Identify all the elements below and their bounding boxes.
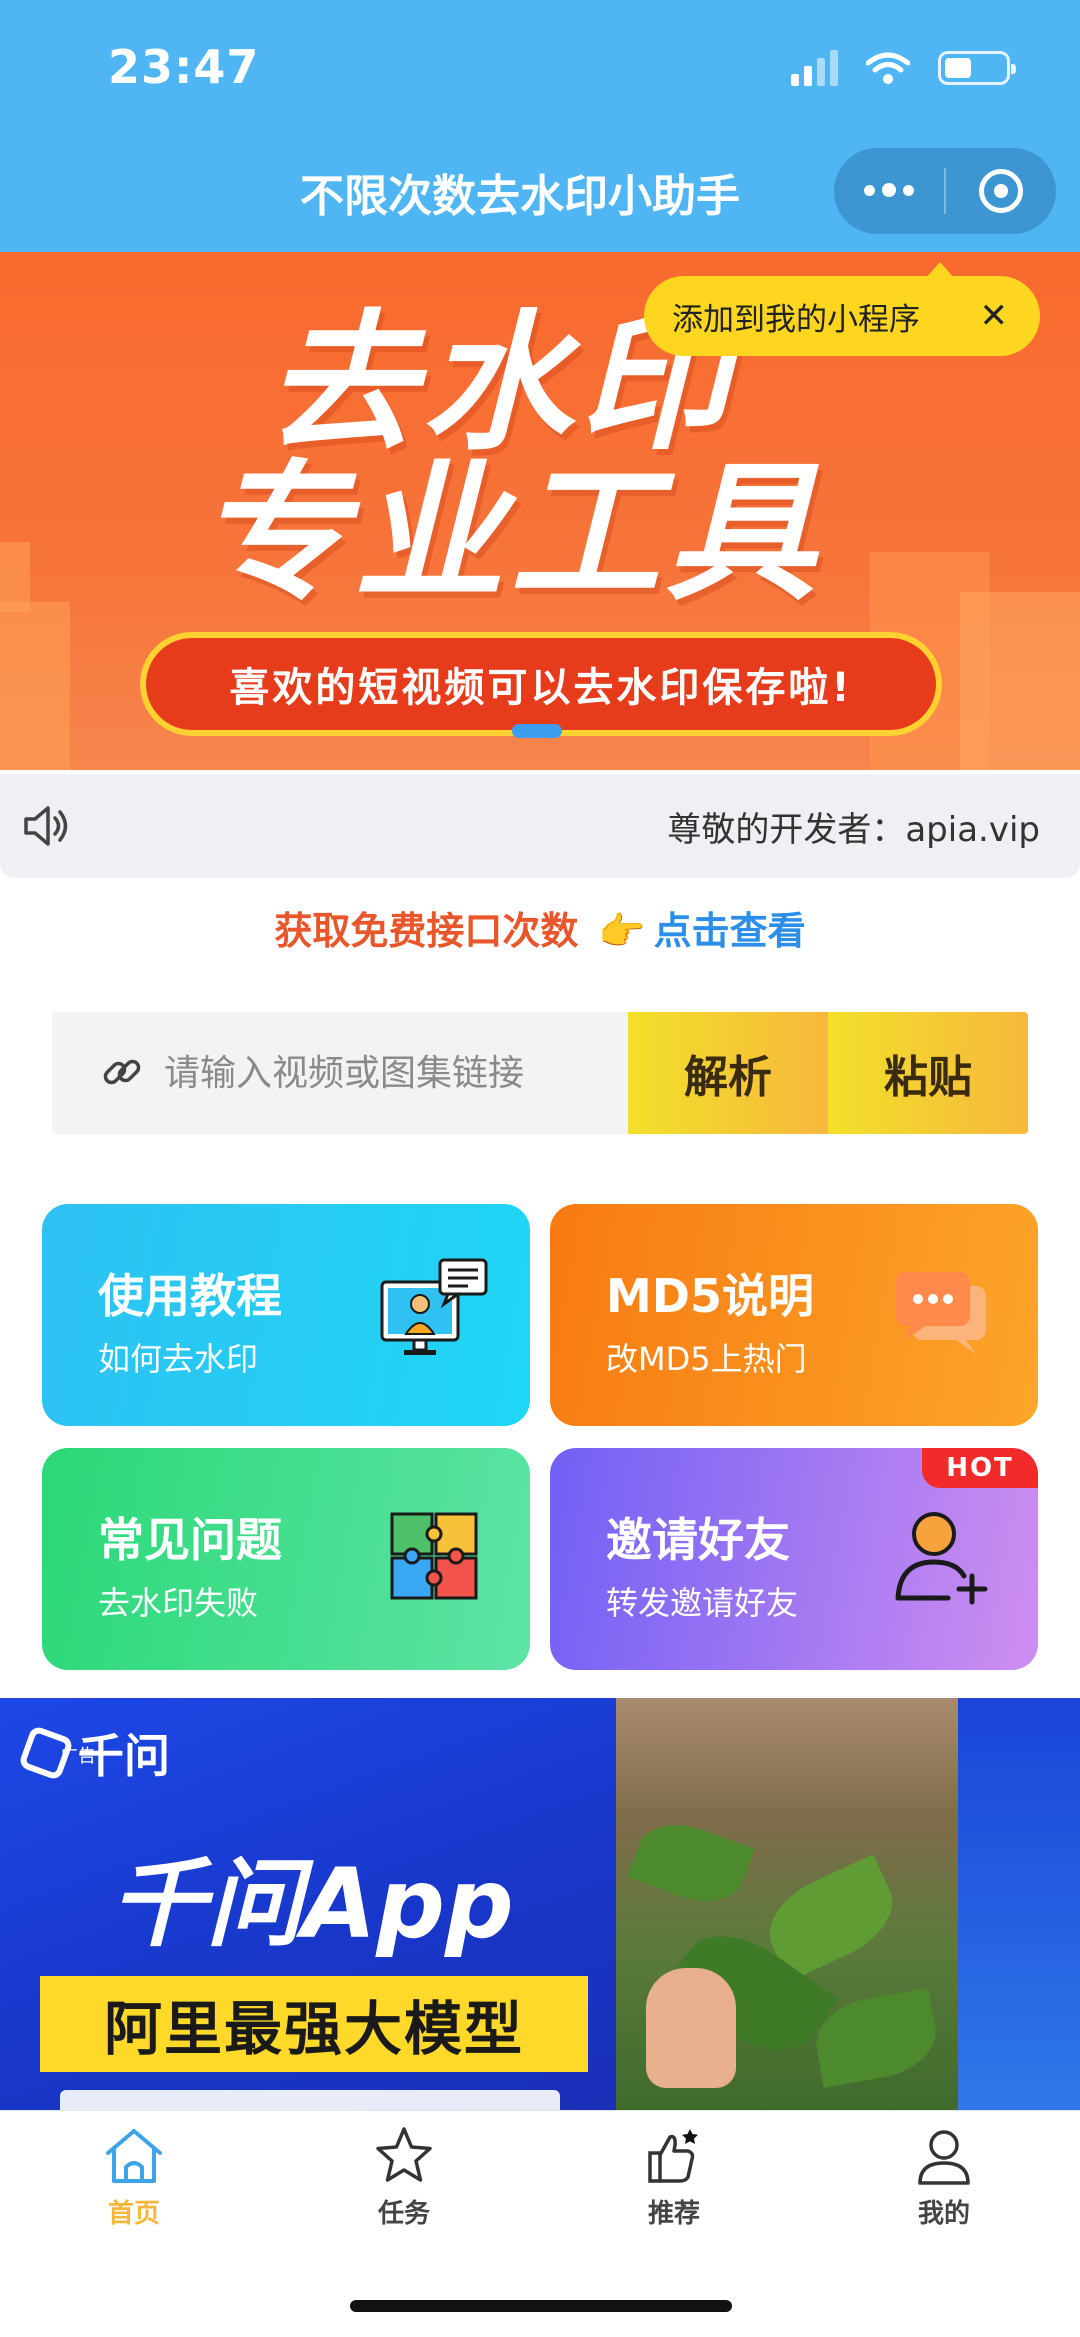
- pointing-hand-icon: 👉: [598, 909, 646, 953]
- tab-home[interactable]: 首页: [34, 2125, 234, 2230]
- add-friend-icon: [895, 1512, 988, 1605]
- wifi-icon: [866, 52, 910, 84]
- hot-badge: HOT: [922, 1448, 1038, 1488]
- free-quota-link[interactable]: 获取免费接口次数 👉 点击查看: [0, 900, 1080, 955]
- tab-tasks[interactable]: 任务: [304, 2125, 504, 2230]
- view-link[interactable]: 点击查看: [654, 909, 806, 953]
- close-icon[interactable]: ✕: [980, 296, 1009, 336]
- card-subtitle: 转发邀请好友: [606, 1584, 799, 1622]
- ad-app-name: 千问App: [110, 1848, 514, 1960]
- ad-cropped-text: [60, 2090, 560, 2110]
- ad-next-slide: [958, 1698, 1080, 2110]
- card-subtitle: 去水印失败: [98, 1584, 259, 1622]
- tab-profile[interactable]: 我的: [844, 2125, 1044, 2230]
- star-icon: [376, 2127, 432, 2182]
- link-input-row: 解析 粘贴: [52, 1012, 1028, 1134]
- chat-bubble-icon: [896, 1272, 986, 1354]
- card-title: 邀请好友: [606, 1513, 790, 1567]
- add-tip-label: 添加到我的小程序: [672, 301, 920, 338]
- home-indicator[interactable]: [350, 2300, 732, 2312]
- banner-subtitle: 专业工具: [197, 447, 822, 621]
- ad-slogan: 阿里最强大模型: [40, 1976, 588, 2072]
- home-icon: [106, 2129, 162, 2183]
- paste-button[interactable]: 粘贴: [828, 1012, 1028, 1134]
- card-title: 常见问题: [98, 1513, 282, 1567]
- carousel-indicator: [512, 724, 562, 738]
- person-icon: [918, 2130, 970, 2185]
- signal-icon: [791, 50, 838, 86]
- puzzle-icon: [390, 1512, 478, 1600]
- tab-label: 我的: [917, 2199, 970, 2229]
- parse-button[interactable]: 解析: [628, 1012, 828, 1134]
- card-subtitle: 改MD5上热门: [606, 1340, 807, 1378]
- notice-bar: 尊敬的开发者：apia.vip: [0, 774, 1080, 878]
- free-quota-label: 获取免费接口次数: [274, 909, 579, 953]
- more-dots-icon: [864, 183, 914, 198]
- notice-text: 尊敬的开发者：apia.vip: [667, 810, 1040, 850]
- ad-brand-logo: 千问: [17, 1720, 170, 1786]
- ad-banner[interactable]: 千问 广告 千问App 阿里最强大模型: [0, 1698, 1080, 2110]
- card-title: 使用教程: [98, 1269, 282, 1323]
- add-to-my-programs-tip[interactable]: 添加到我的小程序 ✕: [644, 262, 1040, 356]
- tab-label: 推荐: [647, 2199, 700, 2229]
- card-title: MD5说明: [606, 1269, 814, 1323]
- card-subtitle: 如何去水印: [98, 1340, 259, 1378]
- link-icon: [103, 1059, 141, 1085]
- mini-program-capsule: [834, 148, 1056, 234]
- ad-tag: 广告: [60, 1746, 96, 1767]
- ad-main-panel: 千问 广告 千问App 阿里最强大模型: [0, 1698, 616, 2110]
- video-tutorial-icon: [380, 1258, 488, 1355]
- tab-label: 任务: [377, 2199, 430, 2229]
- link-input[interactable]: [162, 1012, 662, 1134]
- header: 23:47 不限次数去水印小助手: [0, 0, 1080, 252]
- faq-card[interactable]: 常见问题 去水印失败: [42, 1448, 530, 1670]
- banner-tagline: 喜欢的短视频可以去水印保存啦!: [140, 632, 942, 736]
- tutorial-card[interactable]: 使用教程 如何去水印: [42, 1204, 530, 1426]
- thumbs-up-icon: [648, 2129, 698, 2183]
- promo-banner[interactable]: 去水印 专业工具 喜欢的短视频可以去水印保存啦! 添加到我的小程序 ✕: [0, 252, 1080, 770]
- md5-card[interactable]: MD5说明 改MD5上热门: [550, 1204, 1038, 1426]
- target-icon: [979, 169, 1023, 213]
- invite-card[interactable]: HOT 邀请好友 转发邀请好友: [550, 1448, 1038, 1670]
- status-icons: [791, 50, 1016, 86]
- more-button[interactable]: [834, 148, 944, 234]
- close-program-button[interactable]: [946, 148, 1056, 234]
- tab-recommend[interactable]: 推荐: [574, 2125, 774, 2230]
- speaker-icon: [24, 806, 68, 846]
- tab-label: 首页: [107, 2199, 160, 2229]
- status-time: 23:47: [108, 40, 260, 94]
- battery-icon: [938, 51, 1016, 85]
- ad-plant-photo: [616, 1698, 958, 2110]
